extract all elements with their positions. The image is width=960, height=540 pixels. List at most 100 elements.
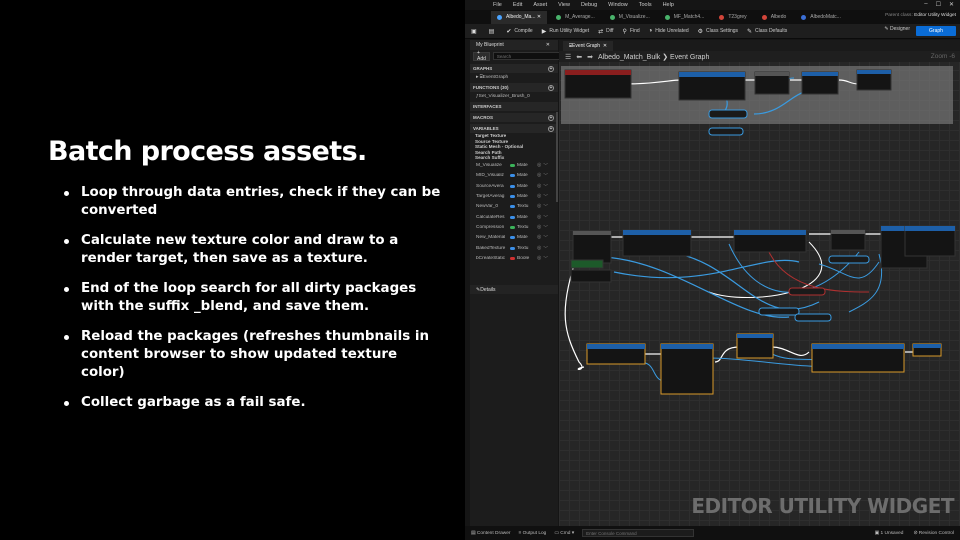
tab-t23grey[interactable]: T23grey bbox=[713, 11, 752, 24]
eye-icon[interactable]: ◎ bbox=[537, 184, 541, 189]
tab-event-graph[interactable]: ⌸ Event Graph ✕ bbox=[563, 40, 614, 51]
menu-edit[interactable]: Edit bbox=[513, 2, 522, 8]
variable-item[interactable]: CalculateRes Mate ◎ ﹀ bbox=[470, 212, 558, 222]
variable-item[interactable]: BakedTexture Textu ◎ ﹀ bbox=[470, 243, 558, 253]
hide-unrelated-button[interactable]: ◑ Hide Unrelated bbox=[649, 28, 689, 34]
parent-class-link[interactable]: Editor Utility Widget bbox=[914, 13, 956, 18]
scrollbar[interactable] bbox=[556, 112, 558, 202]
chevron-down-icon[interactable]: ﹀ bbox=[543, 245, 548, 252]
revision-control-button[interactable]: ⊘ Revision Control bbox=[913, 531, 954, 536]
designer-mode-button[interactable]: ✎ Designer bbox=[884, 26, 910, 32]
variable-item[interactable]: SourceAvera Mate ◎ ﹀ bbox=[470, 181, 558, 191]
output-log-button[interactable]: ≡ Output Log bbox=[518, 531, 546, 536]
blueprint-node[interactable] bbox=[586, 343, 646, 365]
blueprint-node[interactable] bbox=[811, 343, 905, 373]
variable-node[interactable] bbox=[708, 109, 748, 119]
tab-m-visualize[interactable]: M_Visualize... bbox=[604, 11, 656, 24]
eye-icon[interactable]: ◎ bbox=[537, 173, 541, 178]
tab-albedo[interactable]: Albedo bbox=[756, 11, 793, 24]
run-utility-widget-button[interactable]: ▶ Run Utility Widget bbox=[542, 28, 589, 35]
menu-debug[interactable]: Debug bbox=[581, 2, 597, 8]
variable-node[interactable] bbox=[570, 269, 612, 283]
section-graphs[interactable]: GRAPHS + bbox=[470, 64, 558, 73]
graph-mode-button[interactable]: Graph bbox=[916, 26, 956, 36]
menu-window[interactable]: Window bbox=[608, 2, 628, 8]
blueprint-node[interactable] bbox=[733, 229, 807, 253]
section-functions[interactable]: FUNCTIONS (30) + bbox=[470, 83, 558, 92]
blueprint-node[interactable] bbox=[570, 259, 604, 269]
blueprint-node[interactable] bbox=[830, 229, 866, 251]
blueprint-node[interactable] bbox=[678, 71, 746, 101]
eye-icon[interactable]: ◎ bbox=[537, 225, 541, 230]
variable-node[interactable] bbox=[788, 287, 826, 296]
tab-albedo-match[interactable]: Albedo_Ma... ✕ bbox=[491, 10, 548, 24]
my-blueprint-tab[interactable]: My Blueprint ✕ bbox=[470, 40, 558, 50]
variable-node[interactable] bbox=[828, 255, 870, 264]
close-icon[interactable]: ✕ bbox=[949, 1, 954, 8]
browse-button[interactable]: ▤ bbox=[489, 28, 498, 35]
variable-node[interactable] bbox=[794, 313, 832, 322]
blueprint-node[interactable] bbox=[572, 230, 612, 264]
save-button[interactable]: ▣ bbox=[471, 28, 480, 35]
graph-menu-icon[interactable]: ☰ bbox=[565, 53, 571, 61]
tab-m-average[interactable]: M_Average... bbox=[550, 11, 601, 24]
add-button[interactable]: + Add bbox=[473, 50, 490, 62]
cmd-dropdown[interactable]: ▭ Cmd ▾ bbox=[554, 531, 574, 536]
chevron-down-icon[interactable]: ﹀ bbox=[543, 234, 548, 241]
chevron-down-icon[interactable]: ﹀ bbox=[543, 255, 548, 262]
blueprint-node[interactable] bbox=[912, 343, 942, 357]
content-drawer-button[interactable]: ▤ Content Drawer bbox=[471, 531, 510, 536]
add-macro-icon[interactable]: + bbox=[548, 114, 554, 121]
blueprint-node[interactable] bbox=[754, 71, 790, 95]
eye-icon[interactable]: ◎ bbox=[537, 204, 541, 209]
menu-asset[interactable]: Asset bbox=[533, 2, 547, 8]
chevron-down-icon[interactable]: ﹀ bbox=[543, 183, 548, 190]
back-arrow-icon[interactable]: ⬅ bbox=[576, 53, 582, 61]
variable-node[interactable] bbox=[758, 307, 800, 316]
variable-node[interactable] bbox=[708, 127, 744, 136]
blueprint-node[interactable] bbox=[660, 343, 714, 395]
add-variable-icon[interactable]: + bbox=[548, 125, 554, 132]
variable-item[interactable]: MID_Visualiz Mate ◎ ﹀ bbox=[470, 171, 558, 181]
add-function-icon[interactable]: + bbox=[548, 84, 554, 91]
diff-button[interactable]: ⇄ Diff bbox=[598, 28, 613, 35]
eye-icon[interactable]: ◎ bbox=[537, 256, 541, 261]
details-tab[interactable]: ✎ Details bbox=[470, 285, 558, 294]
blueprint-node[interactable] bbox=[904, 225, 956, 257]
section-variables[interactable]: VARIABLES + bbox=[470, 124, 558, 133]
eye-icon[interactable]: ◎ bbox=[537, 246, 541, 251]
unsaved-button[interactable]: ▣ 1 Unsaved bbox=[875, 531, 904, 536]
blueprint-node[interactable] bbox=[622, 229, 692, 257]
search-input[interactable] bbox=[492, 52, 563, 60]
eye-icon[interactable]: ◎ bbox=[537, 215, 541, 220]
eye-icon[interactable]: ◎ bbox=[537, 235, 541, 240]
variable-item[interactable]: M_Visualize Mate ◎ ﹀ bbox=[470, 161, 558, 171]
variable-item[interactable]: bCreateStatic Boole ◎ ﹀ bbox=[470, 253, 558, 263]
menu-view[interactable]: View bbox=[558, 2, 570, 8]
eye-icon[interactable]: ◎ bbox=[537, 194, 541, 199]
variable-item[interactable]: New_Material Mate ◎ ﹀ bbox=[470, 233, 558, 243]
chevron-down-icon[interactable]: ﹀ bbox=[543, 203, 548, 210]
variable-item[interactable]: NewVar_0 Textu ◎ ﹀ bbox=[470, 202, 558, 212]
find-button[interactable]: ⚲ Find bbox=[623, 28, 640, 35]
chevron-down-icon[interactable]: ﹀ bbox=[543, 193, 548, 200]
chevron-down-icon[interactable]: ﹀ bbox=[543, 172, 548, 179]
blueprint-node[interactable] bbox=[856, 69, 892, 91]
close-icon[interactable]: ✕ bbox=[546, 42, 550, 48]
class-settings-button[interactable]: ⚙ Class Settings bbox=[698, 28, 738, 35]
console-command-input[interactable] bbox=[582, 529, 695, 537]
blueprint-node[interactable] bbox=[564, 69, 632, 99]
eye-icon[interactable]: ◎ bbox=[537, 163, 541, 168]
minimize-icon[interactable]: – bbox=[924, 1, 927, 8]
add-graph-icon[interactable]: + bbox=[548, 65, 554, 72]
variable-item[interactable]: Compression Textu ◎ ﹀ bbox=[470, 222, 558, 232]
chevron-down-icon[interactable]: ﹀ bbox=[543, 224, 548, 231]
menu-file[interactable]: File bbox=[493, 2, 502, 8]
section-macros[interactable]: MACROS + bbox=[470, 113, 558, 122]
compile-button[interactable]: ✔ Compile bbox=[506, 28, 532, 35]
tab-mf-match[interactable]: MF_Match4... bbox=[659, 11, 711, 24]
graph-item-eventgraph[interactable]: ▸ ⌸ EventGraph bbox=[470, 73, 558, 81]
function-item[interactable]: ƒ Set_Visualizer_Brush_0 bbox=[470, 92, 558, 100]
forward-arrow-icon[interactable]: ➡ bbox=[587, 53, 593, 61]
class-defaults-button[interactable]: ✎ Class Defaults bbox=[747, 28, 787, 35]
